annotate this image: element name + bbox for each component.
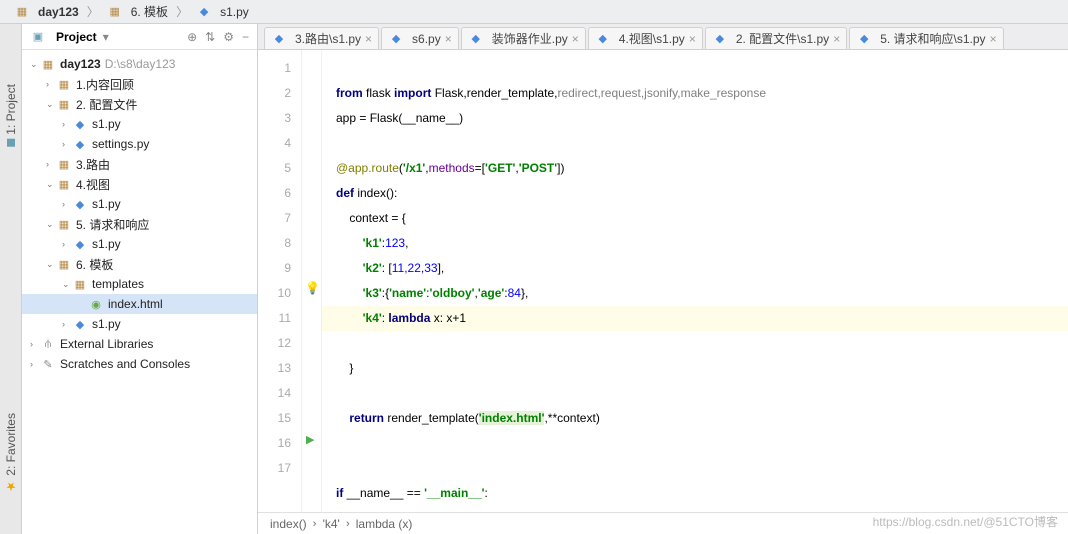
python-icon: ◆ <box>271 32 287 46</box>
panel-header: ▣ Project ▾ ⊕ ⇅ ⚙ − <box>22 24 257 50</box>
left-gutter: 1: Project ★2: Favorites <box>0 24 22 534</box>
dropdown-icon[interactable]: ▾ <box>103 30 109 44</box>
close-icon[interactable]: × <box>990 32 997 46</box>
hide-icon[interactable]: − <box>242 30 249 44</box>
project-icon <box>7 139 15 147</box>
tree-node[interactable]: ›▦3.路由 <box>22 154 257 174</box>
line-numbers: 1234567891011121314151617 <box>258 50 302 512</box>
tree-node[interactable]: ◉index.html <box>22 294 257 314</box>
editor-tab[interactable]: ◆2. 配置文件\s1.py× <box>705 27 847 49</box>
editor-gutter: 💡 ▶ <box>302 50 322 512</box>
tree-node[interactable]: ⌄▦templates <box>22 274 257 294</box>
project-tree[interactable]: ⌄▦day123D:\s8\day123›▦1.内容回顾⌄▦2. 配置文件›◆s… <box>22 50 257 534</box>
crumb-file[interactable]: ◆s1.py <box>190 5 255 19</box>
favorites-tool-tab[interactable]: ★2: Favorites <box>4 413 18 494</box>
tree-node[interactable]: ›◆s1.py <box>22 314 257 334</box>
python-icon: ◆ <box>856 32 872 46</box>
tree-node[interactable]: ›▦1.内容回顾 <box>22 74 257 94</box>
panel-title: Project <box>56 30 97 44</box>
close-icon[interactable]: × <box>365 32 372 46</box>
collapse-icon[interactable]: ⇅ <box>205 30 215 44</box>
editor-area: ◆3.路由\s1.py×◆s6.py×◆装饰器作业.py×◆4.视图\s1.py… <box>258 24 1068 534</box>
locate-icon[interactable]: ⊕ <box>187 30 197 44</box>
tree-node[interactable]: ⌄▦6. 模板 <box>22 254 257 274</box>
project-tool-tab[interactable]: 1: Project <box>4 84 18 147</box>
folder-icon: ▦ <box>14 5 30 19</box>
tree-node[interactable]: ⌄▦2. 配置文件 <box>22 94 257 114</box>
editor-tab[interactable]: ◆4.视图\s1.py× <box>588 27 703 49</box>
chevron-right-icon: 〉 <box>174 3 190 20</box>
project-icon: ▣ <box>30 30 46 44</box>
star-icon: ★ <box>4 480 18 494</box>
editor-tab[interactable]: ◆3.路由\s1.py× <box>264 27 379 49</box>
tree-node[interactable]: ›◆s1.py <box>22 114 257 134</box>
python-icon: ◆ <box>388 32 404 46</box>
close-icon[interactable]: × <box>445 32 452 46</box>
tree-node[interactable]: ›◆settings.py <box>22 134 257 154</box>
editor-tab[interactable]: ◆s6.py× <box>381 27 459 49</box>
run-icon[interactable]: ▶ <box>306 433 314 446</box>
crumb-folder[interactable]: ▦day123 <box>8 5 85 19</box>
code-editor[interactable]: 1234567891011121314151617 💡 ▶ from flask… <box>258 50 1068 512</box>
main-area: 1: Project ★2: Favorites ▣ Project ▾ ⊕ ⇅… <box>0 24 1068 534</box>
close-icon[interactable]: × <box>689 32 696 46</box>
python-icon: ◆ <box>468 32 484 46</box>
close-icon[interactable]: × <box>833 32 840 46</box>
tree-node[interactable]: ›◆s1.py <box>22 194 257 214</box>
gear-icon[interactable]: ⚙ <box>223 30 234 44</box>
crumb-folder-2[interactable]: ▦6. 模板 <box>101 3 174 20</box>
editor-tab[interactable]: ◆5. 请求和响应\s1.py× <box>849 27 1003 49</box>
bulb-icon[interactable]: 💡 <box>305 281 320 295</box>
tree-node[interactable]: ⌄▦5. 请求和响应 <box>22 214 257 234</box>
python-icon: ◆ <box>712 32 728 46</box>
tree-node[interactable]: ⌄▦4.视图 <box>22 174 257 194</box>
breadcrumb: ▦day123 〉 ▦6. 模板 〉 ◆s1.py <box>0 0 1068 24</box>
python-icon: ◆ <box>196 5 212 19</box>
chevron-right-icon: 〉 <box>85 3 101 20</box>
folder-icon: ▦ <box>107 5 123 19</box>
editor-tab[interactable]: ◆装饰器作业.py× <box>461 27 586 49</box>
project-panel: ▣ Project ▾ ⊕ ⇅ ⚙ − ⌄▦day123D:\s8\day123… <box>22 24 258 534</box>
editor-tabs: ◆3.路由\s1.py×◆s6.py×◆装饰器作业.py×◆4.视图\s1.py… <box>258 24 1068 50</box>
code-content[interactable]: from flask import Flask,render_template,… <box>322 50 1068 512</box>
watermark: https://blog.csdn.net/@51CTO博客 <box>873 513 1058 530</box>
tree-node[interactable]: ⌄▦day123D:\s8\day123 <box>22 54 257 74</box>
tree-node[interactable]: ›✎Scratches and Consoles <box>22 354 257 374</box>
close-icon[interactable]: × <box>572 32 579 46</box>
tree-node[interactable]: ›◆s1.py <box>22 234 257 254</box>
tree-node[interactable]: ›⫛External Libraries <box>22 334 257 354</box>
python-icon: ◆ <box>595 32 611 46</box>
